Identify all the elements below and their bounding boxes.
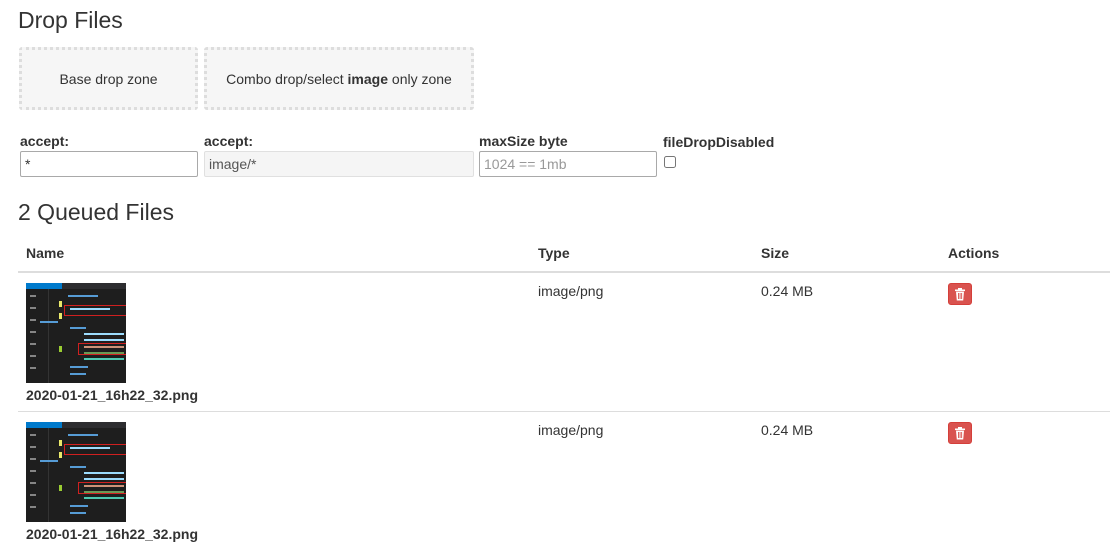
file-type-cell: image/png [530,411,753,550]
combo-label-bold: image [347,70,389,87]
delete-file-button[interactable] [948,283,972,305]
base-drop-zone[interactable]: Base drop zone [19,47,198,110]
queue-table: Name Type Size Actions 2020-01-21_16h22_… [18,235,1110,550]
accept-label-2: accept: [204,133,254,149]
table-row: 2020-01-21_16h22_32.png image/png 0.24 M… [18,272,1110,412]
file-size-cell: 0.24 MB [761,283,814,299]
delete-file-button[interactable] [948,422,972,444]
file-name: 2020-01-21_16h22_32.png [26,526,198,542]
column-header-actions: Actions [940,235,1110,273]
file-drop-disabled-label: fileDropDisabled [663,134,775,150]
file-name: 2020-01-21_16h22_32.png [26,387,198,403]
file-actions-cell [940,411,1110,550]
column-header-name: Name [18,235,530,273]
max-size-input[interactable] [479,151,657,177]
queue-header-row: Name Type Size Actions [18,235,1110,273]
file-thumbnail [26,283,126,383]
file-drop-disabled-checkbox[interactable] [664,156,676,168]
accept-label-1: accept: [20,133,70,149]
file-name-cell: 2020-01-21_16h22_32.png [18,411,530,550]
combo-drop-select-zone[interactable]: Combo drop/select image only zone [204,47,474,110]
table-row: 2020-01-21_16h22_32.png image/png 0.24 M… [18,411,1110,550]
combo-label-prefix: Combo drop/select [226,70,348,87]
file-size-cell: 0.24 MB [753,411,940,550]
base-drop-zone-label: Base drop zone [59,70,158,87]
file-thumbnail [26,422,126,522]
column-header-size: Size [753,235,940,273]
page: Drop Files Base drop zone Combo drop/sel… [0,0,1110,560]
file-actions-cell [940,272,1110,412]
trash-icon [955,287,965,300]
file-type-cell: image/png [538,283,604,299]
drop-files-title: Drop Files [18,7,123,33]
queued-files-title: 2 Queued Files [18,199,174,225]
combo-label-suffix: only zone [388,70,452,87]
file-name-cell: 2020-01-21_16h22_32.png [18,272,530,412]
accept-input-image [204,151,474,177]
column-header-type: Type [530,235,753,273]
accept-input-base[interactable] [20,151,198,177]
max-size-label: maxSize byte [479,133,568,149]
combo-drop-zone-label: Combo drop/select image only zone [226,71,452,87]
trash-icon [955,426,965,439]
